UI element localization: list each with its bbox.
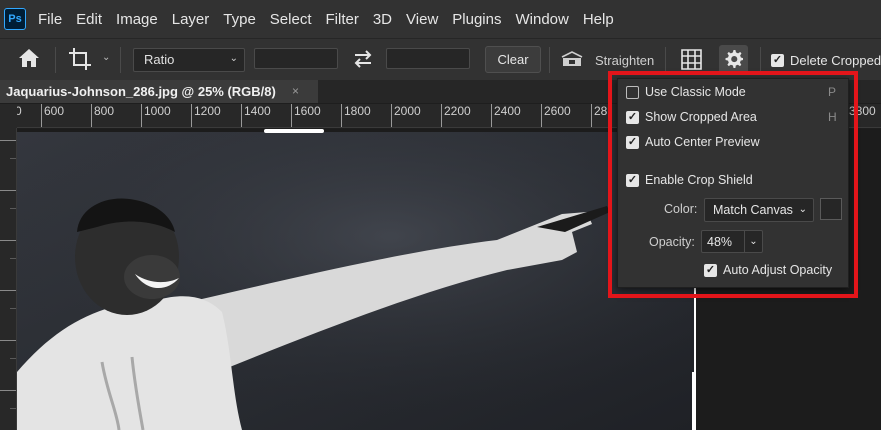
ruler-label: 600: [41, 104, 64, 127]
color-swatch[interactable]: [820, 198, 842, 220]
opacity-input[interactable]: 48% ⌄: [701, 230, 763, 253]
chevron-down-icon: ⌄: [229, 53, 238, 64]
delete-cropped-label[interactable]: Delete Cropped: [790, 53, 881, 68]
grid-overlay-icon[interactable]: [681, 49, 702, 73]
ruler-label: 1400: [241, 104, 271, 127]
ruler-label: 28: [591, 104, 607, 127]
ruler-vertical: [0, 128, 17, 430]
auto-adjust-opacity-option[interactable]: ✓ Auto Adjust Opacity: [704, 263, 832, 277]
ruler-corner: [0, 104, 17, 128]
ruler-label: 800: [91, 104, 114, 127]
ruler-label: 2000: [391, 104, 421, 127]
menu-edit[interactable]: Edit: [76, 11, 102, 28]
close-icon[interactable]: ×: [292, 84, 299, 98]
auto-center-preview-option[interactable]: ✓ Auto Center Preview: [626, 135, 760, 149]
use-classic-mode-label: Use Classic Mode: [645, 85, 746, 99]
auto-center-preview-checkbox[interactable]: ✓: [626, 135, 639, 149]
height-field[interactable]: [386, 48, 470, 69]
show-cropped-area-shortcut: H: [828, 110, 837, 124]
width-field[interactable]: [254, 48, 338, 69]
chevron-down-icon[interactable]: ⌄: [744, 231, 762, 252]
menu-window[interactable]: Window: [515, 11, 568, 28]
ruler-label: 2600: [541, 104, 571, 127]
ratio-select[interactable]: Ratio ⌄: [133, 48, 245, 72]
ruler-label: 1800: [341, 104, 371, 127]
enable-crop-shield-checkbox[interactable]: ✓: [626, 173, 639, 187]
menu-type[interactable]: Type: [223, 11, 256, 28]
menu-plugins[interactable]: Plugins: [452, 11, 501, 28]
chevron-down-icon[interactable]: ⌄: [102, 52, 110, 63]
show-cropped-area-option[interactable]: ✓ Show Cropped Area: [626, 110, 757, 124]
crop-handle-top[interactable]: [264, 129, 324, 133]
ruler-label: 0: [17, 104, 22, 127]
gear-icon: [724, 49, 743, 71]
opacity-label: Opacity:: [649, 235, 695, 249]
document-tab-title: Jaquarius-Johnson_286.jpg @ 25% (RGB/8): [6, 84, 276, 99]
menu-bar: Ps File Edit Image Layer Type Select Fil…: [0, 0, 881, 38]
ruler-label: 2200: [441, 104, 471, 127]
photo-image: [17, 132, 695, 430]
chevron-down-icon: ⌄: [798, 204, 807, 215]
ruler-label: 3800: [846, 104, 876, 127]
use-classic-mode-shortcut: P: [828, 85, 837, 99]
menu-help[interactable]: Help: [583, 11, 614, 28]
auto-adjust-opacity-label: Auto Adjust Opacity: [723, 263, 833, 277]
straighten-label[interactable]: Straighten: [595, 53, 654, 68]
swap-icon[interactable]: [353, 50, 373, 71]
opacity-value: 48%: [707, 235, 733, 249]
color-select-value: Match Canvas: [713, 203, 793, 217]
show-cropped-area-checkbox[interactable]: ✓: [626, 110, 639, 124]
document-tab[interactable]: Jaquarius-Johnson_286.jpg @ 25% (RGB/8) …: [0, 80, 318, 103]
delete-cropped-checkbox[interactable]: ✓: [771, 54, 784, 67]
menu-view[interactable]: View: [406, 11, 438, 28]
auto-adjust-opacity-checkbox[interactable]: ✓: [704, 263, 717, 277]
ratio-select-value: Ratio: [144, 52, 175, 67]
crop-handle-right[interactable]: [692, 372, 696, 430]
color-select[interactable]: Match Canvas ⌄: [704, 198, 814, 222]
menu-layer[interactable]: Layer: [172, 11, 210, 28]
enable-crop-shield-label: Enable Crop Shield: [645, 173, 753, 187]
color-label: Color:: [664, 202, 698, 216]
auto-center-preview-label: Auto Center Preview: [645, 135, 760, 149]
crop-tool-icon[interactable]: [68, 47, 92, 74]
menu-select[interactable]: Select: [270, 11, 312, 28]
ruler-label: 1000: [141, 104, 171, 127]
ruler-label: 1600: [291, 104, 321, 127]
home-icon[interactable]: [18, 48, 40, 71]
clear-button[interactable]: Clear: [485, 46, 541, 73]
ruler-label: 1200: [191, 104, 221, 127]
menu-file[interactable]: File: [38, 11, 62, 28]
level-icon[interactable]: [560, 49, 584, 72]
menu-filter[interactable]: Filter: [326, 11, 359, 28]
ruler-label: 2400: [491, 104, 521, 127]
menu-image[interactable]: Image: [116, 11, 158, 28]
use-classic-mode-checkbox[interactable]: [626, 85, 639, 99]
options-bar: ⌄ Ratio ⌄ Clear Straighten ✓ Delete Crop…: [0, 38, 881, 80]
crop-options-panel: Use Classic Mode P ✓ Show Cropped Area H…: [617, 78, 849, 288]
show-cropped-area-label: Show Cropped Area: [645, 110, 757, 124]
photoshop-logo-icon[interactable]: Ps: [4, 8, 26, 30]
crop-settings-button[interactable]: [719, 45, 748, 74]
menu-3d[interactable]: 3D: [373, 11, 392, 28]
enable-crop-shield-option[interactable]: ✓ Enable Crop Shield: [626, 173, 753, 187]
use-classic-mode-option[interactable]: Use Classic Mode: [626, 85, 746, 99]
